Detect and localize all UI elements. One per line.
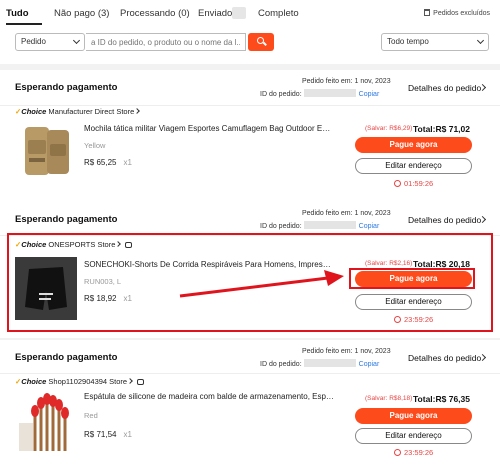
order-header: Esperando pagamento Pedido feito em: 1 n… (0, 202, 500, 236)
order-status: Esperando pagamento (15, 82, 118, 93)
order-status: Esperando pagamento (15, 352, 118, 363)
product-variant: Yellow (84, 141, 106, 150)
countdown-value: 23:59:26 (404, 448, 434, 457)
store-name: Shop1102904394 Store (48, 377, 128, 386)
order-id: ID do pedido: Copiar (260, 359, 379, 368)
tab-completed[interactable]: Completo (258, 8, 299, 19)
copy-id-link[interactable]: Copiar (359, 223, 380, 230)
order-card: Esperando pagamento Pedido feito em: 1 n… (0, 340, 500, 472)
order-status: Esperando pagamento (15, 214, 118, 225)
order-date: Pedido feito em: 1 nov, 2023 (302, 348, 391, 355)
choice-badge: ✓Choice (15, 107, 47, 116)
order-id-label: ID do pedido: (260, 91, 302, 98)
redacted-order-id (303, 359, 356, 367)
order-details-link[interactable]: Detalhes do pedido (408, 83, 481, 93)
choice-label: Choice (21, 107, 47, 116)
price-value: R$ 71,54 (84, 430, 117, 439)
order-total: Total:R$ 76,35 (413, 394, 471, 404)
search-field-select[interactable]: Pedido (15, 33, 85, 51)
annotation-arrow (179, 270, 344, 298)
date-range-select[interactable]: Todo tempo (381, 33, 489, 51)
order-details-link[interactable]: Detalhes do pedido (408, 353, 481, 363)
product-image[interactable] (15, 122, 75, 182)
redacted-count (232, 7, 246, 19)
redacted-order-id (303, 89, 356, 97)
order-id: ID do pedido: Copiar (260, 89, 379, 98)
order-id: ID do pedido: Copiar (260, 221, 379, 230)
search-button[interactable] (248, 33, 274, 51)
pay-now-button[interactable]: Pague agora (355, 137, 472, 153)
order-date: Pedido feito em: 1 nov, 2023 (302, 210, 391, 217)
order-total: Total:R$ 71,02 (413, 124, 471, 134)
product-price: R$ 71,54 x1 (84, 430, 132, 439)
order-details-link[interactable]: Detalhes do pedido (408, 215, 481, 225)
chevron-down-icon (476, 36, 485, 45)
order-header: Esperando pagamento Pedido feito em: 1 n… (0, 340, 500, 374)
search-input[interactable] (86, 33, 246, 51)
tab-processing[interactable]: Processando (0) (120, 8, 190, 19)
quantity: x1 (123, 158, 132, 167)
chevron-right-icon (127, 378, 133, 384)
savings-text: (Salvar: R$8,18) (365, 395, 413, 402)
tab-shipped[interactable]: Enviado (198, 8, 232, 19)
product-image[interactable] (15, 393, 75, 453)
tab-unpaid[interactable]: Não pago (3) (54, 8, 109, 19)
chevron-down-icon (72, 36, 81, 45)
copy-id-link[interactable]: Copiar (359, 91, 380, 98)
clock-icon (394, 449, 401, 456)
product-title[interactable]: Mochila tática militar Viagem Esportes C… (84, 124, 334, 133)
clock-icon (394, 180, 401, 187)
trash-icon (424, 9, 431, 16)
search-field-value: Pedido (21, 37, 46, 46)
excluded-orders-link[interactable]: Pedidos excluídos (424, 9, 490, 17)
product-price: R$ 65,25 x1 (84, 158, 132, 167)
order-date: Pedido feito em: 1 nov, 2023 (302, 78, 391, 85)
price-value: R$ 65,25 (84, 158, 117, 167)
chat-icon[interactable] (137, 379, 145, 385)
countdown-value: 01:59:26 (404, 179, 434, 188)
choice-badge: ✓Choice (15, 377, 47, 386)
status-tabs: Tudo Não pago (3) Processando (0) Enviad… (0, 0, 500, 26)
product-variant: Red (84, 411, 98, 420)
store-name: Manufacturer Direct Store (48, 107, 135, 116)
choice-label: Choice (21, 377, 47, 386)
quantity: x1 (123, 430, 132, 439)
highlight-frame-pay-button (349, 268, 475, 289)
tab-all[interactable]: Tudo (6, 8, 29, 19)
store-row[interactable]: ✓Choice Shop1102904394 Store (15, 377, 145, 386)
store-row[interactable]: ✓Choice Manufacturer Direct Store (15, 107, 141, 116)
copy-id-link[interactable]: Copiar (359, 361, 380, 368)
payment-countdown: 01:59:26 (394, 179, 433, 188)
edit-address-button[interactable]: Editar endereço (355, 158, 472, 174)
product-title[interactable]: Espátula de silicone de madeira com bald… (84, 392, 334, 401)
order-id-label: ID do pedido: (260, 361, 302, 368)
order-id-label: ID do pedido: (260, 223, 302, 230)
filter-bar: Pedido Todo tempo (0, 26, 500, 64)
chevron-right-icon (134, 108, 141, 114)
pay-now-button[interactable]: Pague agora (355, 408, 472, 424)
savings-text: (Salvar: R$6,29) (365, 125, 413, 132)
order-card: Esperando pagamento Pedido feito em: 1 n… (0, 70, 500, 204)
redacted-order-id (303, 221, 356, 229)
edit-address-button[interactable]: Editar endereço (355, 428, 472, 444)
date-range-value: Todo tempo (387, 37, 429, 46)
order-header: Esperando pagamento Pedido feito em: 1 n… (0, 70, 500, 106)
payment-countdown: 23:59:26 (394, 448, 433, 457)
excluded-orders-label: Pedidos excluídos (433, 10, 490, 17)
active-tab-indicator (6, 23, 42, 25)
